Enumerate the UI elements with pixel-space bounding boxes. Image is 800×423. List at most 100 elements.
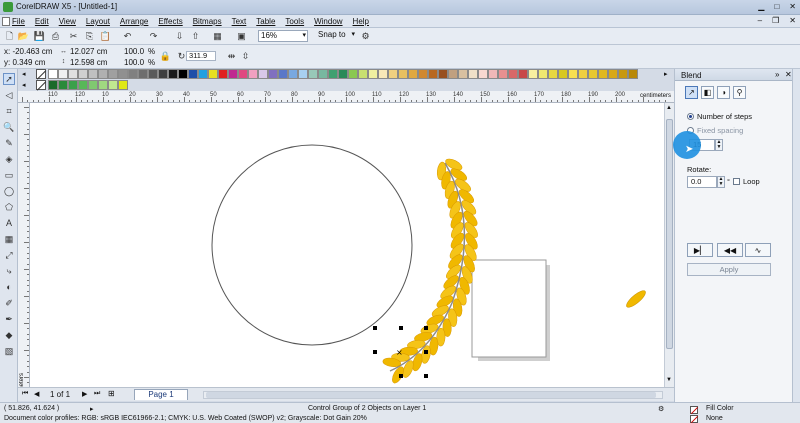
no-color-swatch[interactable] bbox=[36, 80, 47, 91]
color-swatch[interactable] bbox=[88, 69, 98, 79]
connector-tool-icon[interactable]: ⤷ bbox=[3, 265, 15, 277]
color-swatch[interactable] bbox=[228, 69, 238, 79]
crop-tool-icon[interactable]: ⌗ bbox=[3, 105, 15, 117]
table-tool-icon[interactable]: ▦ bbox=[3, 233, 15, 245]
color-swatch[interactable] bbox=[438, 69, 448, 79]
shape-tool-icon[interactable]: ◁ bbox=[3, 89, 15, 101]
copy-icon[interactable]: ⎘ bbox=[84, 31, 95, 42]
options-icon[interactable]: ⚙ bbox=[360, 31, 371, 42]
object-width[interactable]: 12.027 cm bbox=[70, 47, 107, 56]
menu-bitmaps[interactable]: Bitmaps bbox=[193, 17, 222, 26]
horizontal-ruler[interactable]: 110 120 10 20 30 40 50 60 70 80 90 100 110 120 130 140 1… bbox=[18, 91, 674, 103]
doc-restore-icon[interactable]: ❐ bbox=[772, 16, 779, 25]
fill-color-swatch[interactable] bbox=[690, 406, 698, 414]
blend-color-tab-icon[interactable]: ◑ bbox=[717, 86, 730, 99]
color-swatch[interactable] bbox=[428, 69, 438, 79]
path-properties-button[interactable]: ∿ bbox=[745, 243, 771, 257]
drawing-canvas[interactable]: × bbox=[30, 103, 664, 387]
color-swatch[interactable] bbox=[458, 69, 468, 79]
color-swatch[interactable] bbox=[138, 69, 148, 79]
color-swatch[interactable] bbox=[78, 69, 88, 79]
zoom-level-select[interactable]: 16% bbox=[258, 30, 308, 42]
docker-collapse-icon[interactable]: » bbox=[775, 70, 779, 79]
document-color-profiles[interactable]: Document color profiles: RGB: sRGB IEC61… bbox=[4, 415, 367, 422]
dimension-tool-icon[interactable]: ⤢ bbox=[3, 249, 15, 261]
color-swatch[interactable] bbox=[618, 69, 628, 79]
export-icon[interactable]: ⇧ bbox=[190, 31, 201, 42]
color-swatch[interactable] bbox=[238, 69, 248, 79]
outline-tool-icon[interactable]: ✒ bbox=[3, 313, 15, 325]
color-swatch[interactable] bbox=[478, 69, 488, 79]
color-swatch[interactable] bbox=[258, 69, 268, 79]
color-swatch[interactable] bbox=[468, 69, 478, 79]
rectangle-tool-icon[interactable]: ▭ bbox=[3, 169, 15, 181]
rotate-spinner[interactable]: ▲ ▼ bbox=[717, 176, 725, 188]
color-swatch[interactable] bbox=[328, 69, 338, 79]
maximize-icon[interactable]: □ bbox=[774, 2, 779, 11]
menu-view[interactable]: View bbox=[59, 17, 76, 26]
color-swatch[interactable] bbox=[188, 69, 198, 79]
color-swatch[interactable] bbox=[418, 69, 428, 79]
application-launcher-icon[interactable]: ▦ bbox=[212, 31, 223, 42]
scale-height[interactable]: 100.0 bbox=[124, 58, 144, 67]
mirror-horizontal-icon[interactable]: ⇹ bbox=[226, 51, 237, 62]
menu-arrange[interactable]: Arrange bbox=[120, 17, 148, 26]
open-icon[interactable]: 📂 bbox=[18, 31, 29, 42]
menu-help[interactable]: Help bbox=[353, 17, 369, 26]
doc-minimize-icon[interactable]: – bbox=[758, 16, 762, 25]
doc-close-icon[interactable]: ✕ bbox=[789, 16, 796, 25]
steps-spinner[interactable]: ▲ ▼ bbox=[715, 139, 723, 151]
loop-checkbox[interactable] bbox=[733, 178, 740, 185]
status-settings-icon[interactable]: ⚙ bbox=[658, 405, 664, 413]
first-page-icon[interactable]: ⏮ bbox=[22, 390, 28, 398]
palette-arrow-icon[interactable]: ◂ bbox=[22, 81, 26, 89]
color-swatch[interactable] bbox=[128, 69, 138, 79]
paste-icon[interactable]: 📋 bbox=[100, 31, 111, 42]
blend-tool-icon[interactable]: ◐ bbox=[3, 281, 15, 293]
color-swatch[interactable] bbox=[288, 69, 298, 79]
palette-arrow-icon[interactable]: ◂ bbox=[22, 70, 26, 78]
color-swatch[interactable] bbox=[448, 69, 458, 79]
menu-layout[interactable]: Layout bbox=[86, 17, 110, 26]
color-swatch[interactable] bbox=[548, 69, 558, 79]
undo-icon[interactable]: ↶ bbox=[122, 31, 133, 42]
close-icon[interactable]: ✕ bbox=[789, 2, 796, 11]
scale-width[interactable]: 100.0 bbox=[124, 47, 144, 56]
ellipse-tool-icon[interactable]: ◯ bbox=[3, 185, 15, 197]
y-position[interactable]: y: 0.349 cm bbox=[4, 58, 45, 67]
rotation-angle-field[interactable]: 311.9 bbox=[186, 51, 216, 61]
fill-tool-icon[interactable]: ◆ bbox=[3, 329, 15, 341]
color-swatch[interactable] bbox=[608, 69, 618, 79]
color-swatch[interactable] bbox=[208, 69, 218, 79]
scroll-down-icon[interactable]: ▼ bbox=[666, 377, 672, 383]
print-icon[interactable]: ⎙ bbox=[50, 31, 61, 42]
color-swatch[interactable] bbox=[248, 69, 258, 79]
freehand-tool-icon[interactable]: ✎ bbox=[3, 137, 15, 149]
snap-to-dropdown[interactable]: Snap to bbox=[316, 30, 356, 42]
color-swatch[interactable] bbox=[338, 69, 348, 79]
palette-scroll-right-icon[interactable]: ▸ bbox=[664, 70, 668, 78]
color-swatch[interactable] bbox=[308, 69, 318, 79]
color-swatch[interactable] bbox=[148, 69, 158, 79]
color-swatch[interactable] bbox=[298, 69, 308, 79]
horizontal-scrollbar[interactable] bbox=[203, 391, 663, 399]
color-swatch[interactable] bbox=[178, 69, 188, 79]
color-swatch[interactable] bbox=[628, 69, 638, 79]
color-swatch[interactable] bbox=[98, 80, 108, 90]
color-swatch[interactable] bbox=[558, 69, 568, 79]
polygon-tool-icon[interactable]: ⬠ bbox=[3, 201, 15, 213]
color-swatch[interactable] bbox=[108, 69, 118, 79]
end-object-button[interactable]: ◀◀ bbox=[717, 243, 743, 257]
color-swatch[interactable] bbox=[488, 69, 498, 79]
color-swatch[interactable] bbox=[398, 69, 408, 79]
color-swatch[interactable] bbox=[108, 80, 118, 90]
menu-effects[interactable]: Effects bbox=[158, 17, 182, 26]
color-swatch[interactable] bbox=[528, 69, 538, 79]
blend-misc-tab-icon[interactable]: ⚲ bbox=[733, 86, 746, 99]
outline-color-swatch[interactable] bbox=[690, 415, 698, 423]
color-swatch[interactable] bbox=[218, 69, 228, 79]
blend-steps-tab-icon[interactable]: ↗ bbox=[685, 86, 698, 99]
color-swatch[interactable] bbox=[158, 69, 168, 79]
color-swatch[interactable] bbox=[98, 69, 108, 79]
smart-fill-icon[interactable]: ◈ bbox=[3, 153, 15, 165]
